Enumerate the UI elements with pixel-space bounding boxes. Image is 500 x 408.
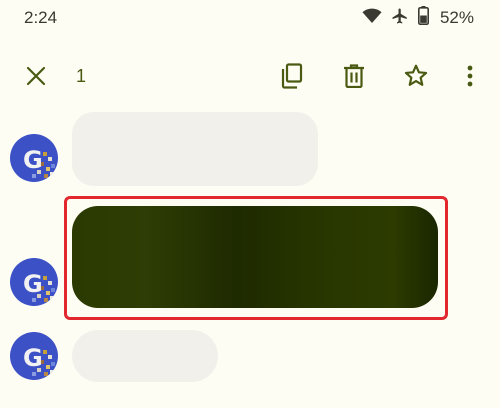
close-selection-button[interactable] bbox=[16, 58, 56, 98]
svg-text:G: G bbox=[23, 270, 43, 298]
avatar-icon: G bbox=[10, 258, 58, 306]
status-bar: 2:24 52% bbox=[0, 0, 500, 36]
avatar[interactable]: G bbox=[10, 134, 58, 182]
more-vert-icon bbox=[467, 65, 473, 92]
copy-button[interactable] bbox=[272, 58, 312, 98]
star-icon bbox=[403, 63, 429, 94]
avatar-icon: G bbox=[10, 134, 58, 182]
svg-text:G: G bbox=[23, 146, 43, 174]
delete-icon bbox=[343, 63, 365, 93]
selected-count: 1 bbox=[76, 66, 87, 86]
message-bubble[interactable] bbox=[72, 112, 318, 186]
status-time: 2:24 bbox=[24, 8, 58, 27]
battery-icon bbox=[417, 6, 429, 30]
avatar[interactable]: G bbox=[10, 258, 58, 306]
svg-text:G: G bbox=[23, 344, 43, 372]
status-icons: 52% bbox=[362, 6, 474, 30]
airplane-icon bbox=[391, 7, 409, 30]
selection-action-bar: 1 bbox=[0, 52, 500, 104]
copy-icon bbox=[280, 62, 304, 94]
wifi-icon bbox=[362, 8, 382, 29]
star-button[interactable] bbox=[396, 58, 436, 98]
avatar-icon: G bbox=[10, 332, 58, 380]
avatar[interactable]: G bbox=[10, 332, 58, 380]
message-bubble[interactable] bbox=[72, 330, 218, 382]
close-icon bbox=[26, 66, 46, 91]
delete-button[interactable] bbox=[334, 58, 374, 98]
messages-screen: 2:24 52% 1 G G G bbox=[0, 0, 500, 408]
selected-message-bubble[interactable] bbox=[72, 206, 438, 308]
more-options-button[interactable] bbox=[450, 58, 490, 98]
battery-percent: 52% bbox=[439, 8, 474, 27]
